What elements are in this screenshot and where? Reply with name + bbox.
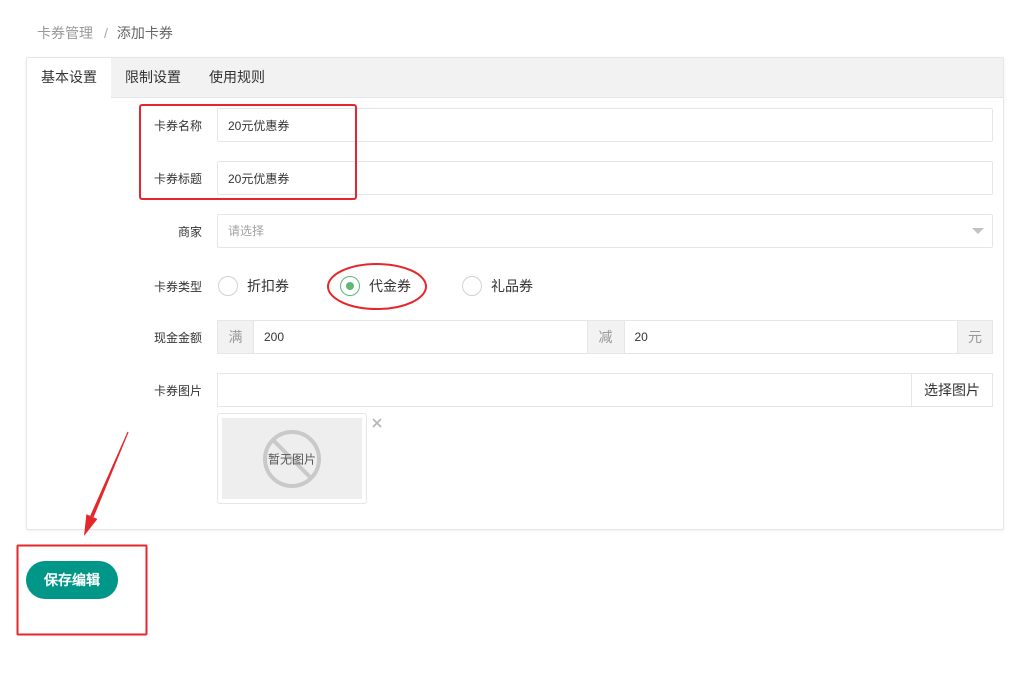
- form-row-card-image: 卡券图片 选择图片: [27, 373, 993, 407]
- tab-usage-rules[interactable]: 使用规则: [195, 58, 279, 97]
- image-preview-placeholder: 暂无图片: [222, 418, 362, 499]
- tab-restriction-settings[interactable]: 限制设置: [111, 58, 195, 97]
- form-row-merchant: 商家: [27, 214, 993, 248]
- card-image-path-input[interactable]: [217, 373, 912, 407]
- form-panel: 基本设置 限制设置 使用规则 卡券名称 卡券标题 商家: [26, 57, 1004, 530]
- unit-suffix-addon: 元: [957, 320, 993, 354]
- card-type-radio-group: 折扣券 代金券 礼品券: [217, 269, 993, 303]
- breadcrumb-separator: /: [104, 25, 108, 41]
- full-prefix-addon: 满: [217, 320, 254, 354]
- card-title-input[interactable]: [217, 161, 993, 195]
- merchant-label: 商家: [177, 224, 202, 239]
- card-title-label: 卡券标题: [153, 171, 202, 186]
- no-image-text: 暂无图片: [267, 452, 316, 466]
- card-name-control: [217, 108, 993, 142]
- breadcrumb-item-add-card: 添加卡券: [116, 25, 173, 41]
- reduce-amount-input[interactable]: [623, 320, 958, 354]
- radio-circle: [462, 276, 482, 296]
- radio-cash-voucher[interactable]: 代金券: [340, 276, 462, 296]
- radio-circle: [340, 276, 360, 296]
- merchant-control: [217, 214, 993, 248]
- radio-label-gift-voucher: 礼品券: [491, 278, 533, 294]
- page: 卡券管理 / 添加卡券 基本设置 限制设置 使用规则 卡券名称 卡券标题 商家: [0, 0, 1026, 679]
- save-edit-button[interactable]: 保存编辑: [26, 561, 118, 599]
- radio-label-cash-voucher: 代金券: [369, 278, 411, 294]
- card-type-label: 卡券类型: [153, 279, 202, 294]
- full-amount-input[interactable]: [253, 320, 588, 354]
- card-name-input[interactable]: [217, 108, 993, 142]
- reduce-prefix-addon: 减: [586, 320, 625, 354]
- image-preview-row: 暂无图片: [27, 413, 993, 504]
- form-row-card-title: 卡券标题: [27, 161, 993, 195]
- radio-selected-dot: [346, 282, 354, 290]
- cash-amount-label: 现金金额: [153, 330, 202, 345]
- close-icon[interactable]: [372, 418, 382, 428]
- card-name-label: 卡券名称: [153, 118, 202, 133]
- cash-amount-input-group: 满 减 元: [217, 320, 993, 354]
- tab-bar: 基本设置 限制设置 使用规则: [27, 58, 1003, 98]
- form-row-card-name: 卡券名称: [27, 108, 993, 142]
- card-title-control: [217, 161, 993, 195]
- card-image-label: 卡券图片: [153, 383, 202, 398]
- radio-gift-voucher[interactable]: 礼品券: [462, 276, 584, 296]
- radio-discount-voucher[interactable]: 折扣券: [218, 276, 340, 296]
- form-body: 卡券名称 卡券标题 商家 卡券类型: [27, 98, 1003, 504]
- breadcrumb-item-card-management[interactable]: 卡券管理: [37, 25, 93, 41]
- tab-basic-settings[interactable]: 基本设置: [27, 58, 111, 98]
- image-preview: 暂无图片: [217, 413, 367, 504]
- form-row-card-type: 卡券类型 折扣券 代金券 礼品券: [27, 269, 993, 303]
- merchant-select[interactable]: [217, 214, 993, 248]
- card-image-input-group: 选择图片: [217, 373, 993, 407]
- radio-circle: [218, 276, 238, 296]
- radio-label-discount-voucher: 折扣券: [247, 278, 289, 294]
- form-row-cash-amount: 现金金额 满 减 元: [27, 320, 993, 354]
- breadcrumb: 卡券管理 / 添加卡券: [37, 24, 173, 42]
- select-image-button[interactable]: 选择图片: [911, 373, 993, 407]
